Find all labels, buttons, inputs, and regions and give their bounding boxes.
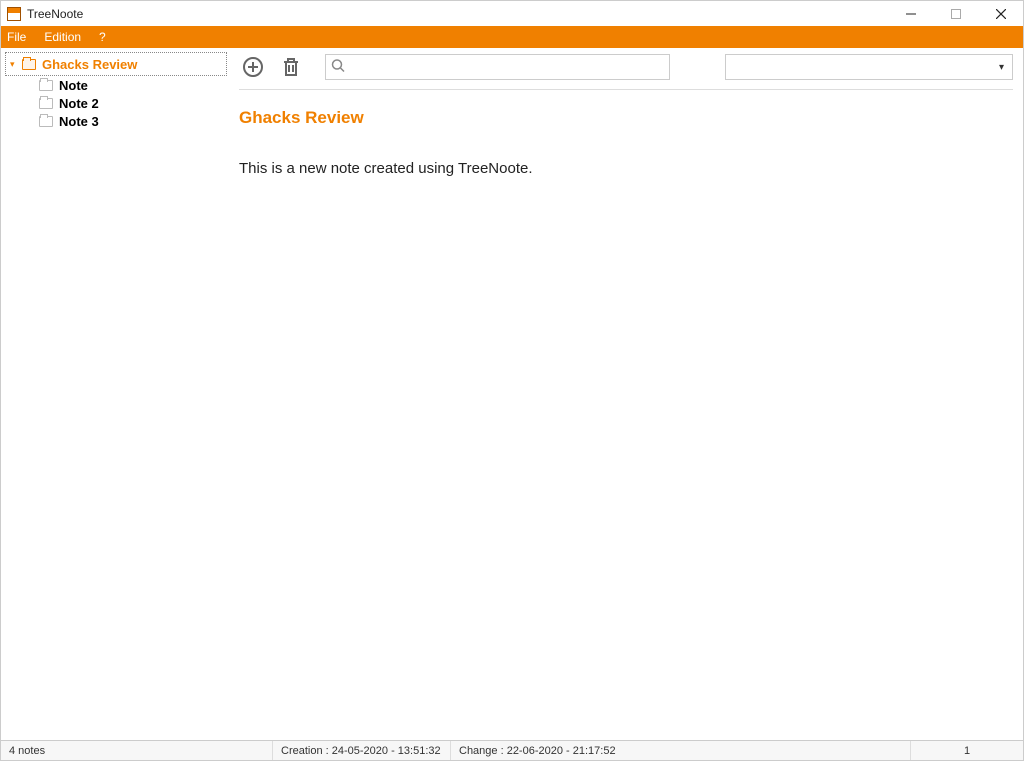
- expander-icon[interactable]: ▾: [10, 59, 20, 70]
- chevron-down-icon: ▾: [999, 62, 1004, 73]
- menu-help[interactable]: ?: [99, 30, 106, 44]
- status-creation: Creation : 24-05-2020 - 13:51:32: [273, 741, 451, 760]
- tree-root-item[interactable]: ▾ Ghacks Review: [10, 55, 222, 73]
- tree-item[interactable]: Note: [27, 76, 227, 94]
- status-right-count: 1: [911, 741, 1023, 760]
- statusbar: 4 notes Creation : 24-05-2020 - 13:51:32…: [1, 740, 1023, 760]
- toolbar: ▾: [239, 53, 1013, 90]
- folder-icon: [22, 59, 36, 70]
- folder-icon: [39, 116, 53, 127]
- tree-item-label: Note: [59, 78, 88, 93]
- status-change: Change : 22-06-2020 - 21:17:52: [451, 741, 911, 760]
- status-notes-count: 4 notes: [1, 741, 273, 760]
- tree-item[interactable]: Note 3: [27, 112, 227, 130]
- folder-icon: [39, 80, 53, 91]
- close-button[interactable]: [978, 1, 1023, 26]
- titlebar: TreeNoote: [1, 1, 1023, 26]
- menubar: File Edition ?: [1, 26, 1023, 48]
- search-box: [325, 54, 670, 80]
- filter-dropdown[interactable]: ▾: [725, 54, 1013, 80]
- window-title: TreeNoote: [27, 7, 888, 21]
- tree-item[interactable]: Note 2: [27, 94, 227, 112]
- delete-button[interactable]: [277, 53, 305, 81]
- tree-root-label: Ghacks Review: [42, 57, 137, 72]
- note-title: Ghacks Review: [239, 108, 1013, 128]
- tree-item-label: Note 2: [59, 96, 99, 111]
- menu-file[interactable]: File: [7, 30, 26, 44]
- sidebar: ▾ Ghacks Review Note Note 2 Note 3: [1, 48, 231, 740]
- folder-icon: [39, 98, 53, 109]
- menu-edition[interactable]: Edition: [44, 30, 81, 44]
- search-input[interactable]: [325, 54, 670, 80]
- tree-children: Note Note 2 Note 3: [5, 76, 227, 130]
- app-icon: [7, 7, 21, 21]
- tree-item-label: Note 3: [59, 114, 99, 129]
- main-area: ▾ Ghacks Review Note Note 2 Note 3: [1, 48, 1023, 740]
- tree-view: ▾ Ghacks Review: [5, 52, 227, 76]
- note-body[interactable]: This is a new note created using TreeNoo…: [239, 160, 1013, 177]
- window-controls: [888, 1, 1023, 26]
- add-button[interactable]: [239, 53, 267, 81]
- minimize-button[interactable]: [888, 1, 933, 26]
- maximize-button[interactable]: [933, 1, 978, 26]
- content-area: ▾ Ghacks Review This is a new note creat…: [231, 48, 1023, 740]
